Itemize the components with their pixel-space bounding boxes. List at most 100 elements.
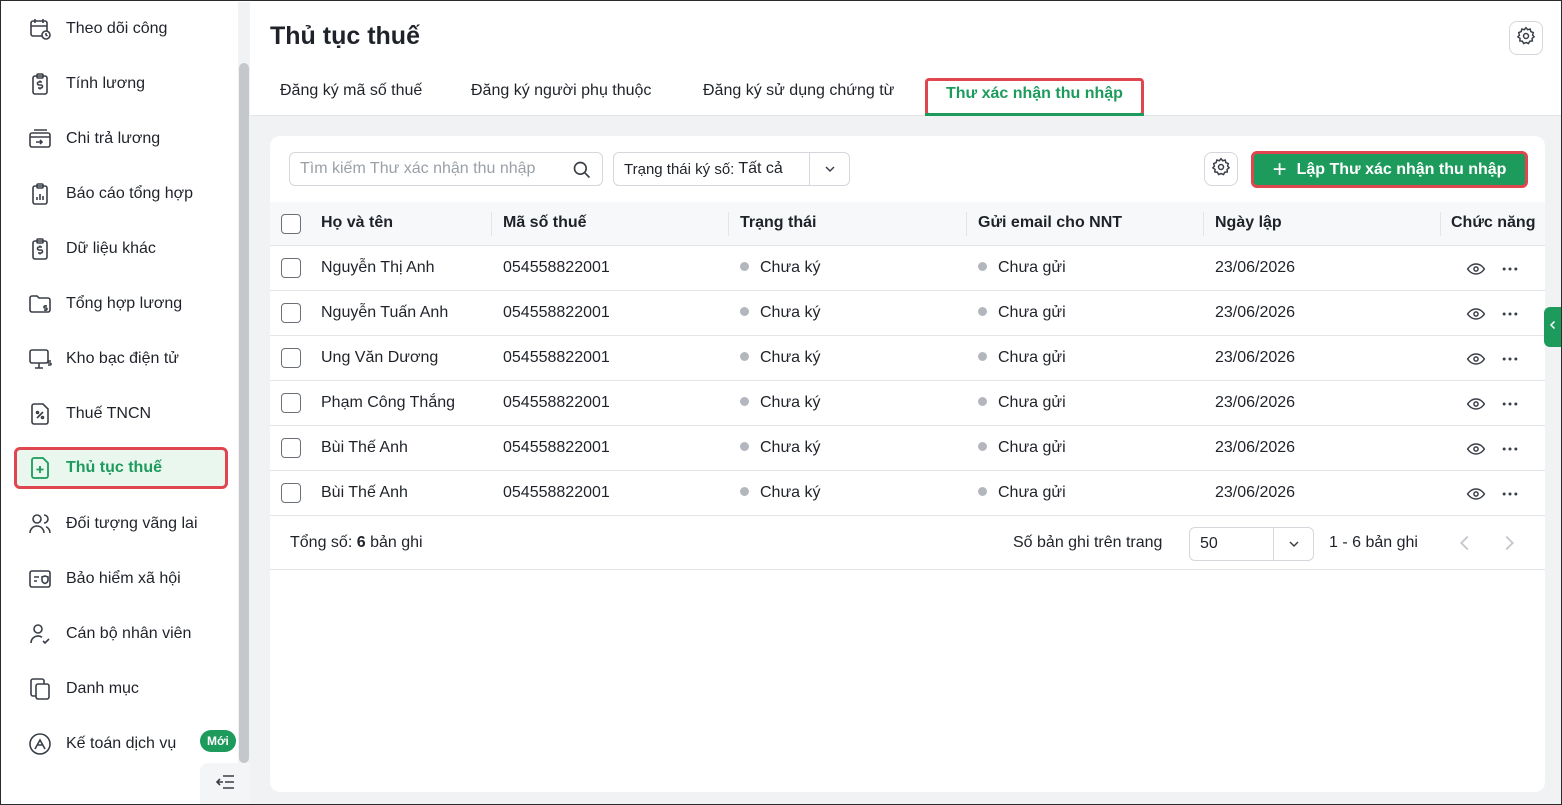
eye-icon[interactable] <box>1466 484 1486 509</box>
column-header-email[interactable]: Gửi email cho NNT <box>978 202 1122 246</box>
more-options-icon[interactable] <box>1499 484 1521 509</box>
sidebar-item-label: Đối tượng vãng lai <box>66 515 198 532</box>
status-dot <box>740 307 749 316</box>
table-row[interactable]: Nguyễn Tuấn Anh 054558822001 Chưa ký Chư… <box>270 291 1545 336</box>
sidebar-item-tong-hop-luong[interactable]: Tổng hợp lương <box>14 283 228 325</box>
column-header-name[interactable]: Họ và tên <box>321 202 393 246</box>
tab-dang-ky-su-dung-chung-tu[interactable]: Đăng ký sử dụng chứng từ <box>703 82 894 116</box>
column-header-status[interactable]: Trạng thái <box>740 202 816 246</box>
more-options-icon[interactable] <box>1499 304 1521 329</box>
status-dot <box>978 307 987 316</box>
sidebar-item-danh-muc[interactable]: Danh mục <box>14 668 228 710</box>
sidebar-item-theo-doi-cong[interactable]: Theo dõi công <box>14 8 228 50</box>
eye-icon[interactable] <box>1466 304 1486 329</box>
tab-dang-ky-nguoi-phu-thuoc[interactable]: Đăng ký người phụ thuộc <box>471 82 651 116</box>
sidebar-item-chi-tra-luong[interactable]: Chi trả lương <box>14 118 228 160</box>
chevron-down-icon[interactable] <box>809 153 849 185</box>
sidebar-item-thue-tncn[interactable]: Thuế TNCN <box>14 393 228 435</box>
table-row[interactable]: Bùi Thế Anh 054558822001 Chưa ký Chưa gử… <box>270 426 1545 471</box>
status-dot <box>978 352 987 361</box>
filter-value: Tất cả <box>738 160 783 177</box>
create-income-confirmation-button[interactable]: + Lập Thư xác nhận thu nhập <box>1251 151 1528 188</box>
report-clipboard-icon <box>26 180 54 208</box>
side-panel-toggle[interactable] <box>1544 307 1561 347</box>
status-dot <box>740 352 749 361</box>
collapse-menu-icon <box>213 770 237 799</box>
cell-tax-code: 054558822001 <box>503 259 610 276</box>
more-options-icon[interactable] <box>1499 394 1521 419</box>
column-divider[interactable] <box>966 212 967 236</box>
cell-date: 23/06/2026 <box>1215 439 1296 456</box>
previous-page-button[interactable] <box>1454 532 1476 559</box>
select-all-checkbox[interactable] <box>281 214 301 234</box>
cell-tax-code: 054558822001 <box>503 484 610 501</box>
column-divider[interactable] <box>491 212 492 236</box>
column-header-tax-code[interactable]: Mã số thuế <box>503 202 587 246</box>
content-card: Trạng thái ký số: Tất cả + Lập Thư xác n… <box>270 136 1545 792</box>
eye-icon[interactable] <box>1466 259 1486 284</box>
table-row[interactable]: Bùi Thế Anh 054558822001 Chưa ký Chưa gử… <box>270 471 1545 516</box>
search-icon[interactable] <box>572 160 592 185</box>
table-row[interactable]: Ung Văn Dương 054558822001 Chưa ký Chưa … <box>270 336 1545 381</box>
column-header-date[interactable]: Ngày lập <box>1215 202 1282 246</box>
table-row[interactable]: Nguyễn Thị Anh 054558822001 Chưa ký Chưa… <box>270 246 1545 291</box>
row-checkbox[interactable] <box>281 348 301 368</box>
sidebar-item-bao-hiem-xa-hoi[interactable]: Bảo hiểm xã hội <box>14 558 228 600</box>
cell-email: Chưa gửi <box>978 246 1066 290</box>
cell-email: Chưa gửi <box>978 336 1066 380</box>
sidebar-item-ke-toan-dich-vu[interactable]: Kế toán dịch vụ <box>14 723 228 765</box>
sidebar-item-can-bo-nhan-vien[interactable]: Cán bộ nhân viên <box>14 613 228 655</box>
sidebar-item-doi-tuong-vang-lai[interactable]: Đối tượng vãng lai <box>14 503 228 545</box>
sidebar-item-thu-tuc-thue[interactable]: Thủ tục thuế <box>14 447 228 489</box>
row-checkbox[interactable] <box>281 438 301 458</box>
row-checkbox[interactable] <box>281 393 301 413</box>
column-divider[interactable] <box>1440 212 1441 236</box>
eye-icon[interactable] <box>1466 349 1486 374</box>
per-page-select[interactable]: 50 <box>1189 527 1314 561</box>
total-records: Tổng số: 6 bản ghi <box>290 534 423 551</box>
eye-icon[interactable] <box>1466 439 1486 464</box>
row-checkbox[interactable] <box>281 483 301 503</box>
column-settings-button[interactable] <box>1204 152 1238 186</box>
cell-email: Chưa gửi <box>978 471 1066 515</box>
page-header: Thủ tục thuế Đăng ký mã số thuế Đăng ký … <box>250 2 1561 116</box>
sidebar-item-du-lieu-khac[interactable]: Dữ liệu khác <box>14 228 228 270</box>
page-settings-button[interactable] <box>1509 21 1543 55</box>
sidebar-item-tinh-luong[interactable]: Tính lương <box>14 63 228 105</box>
row-checkbox[interactable] <box>281 258 301 278</box>
more-options-icon[interactable] <box>1499 259 1521 284</box>
sidebar-item-label: Theo dõi công <box>66 20 168 37</box>
per-page-value: 50 <box>1200 535 1218 552</box>
search-box <box>289 152 603 186</box>
chevron-down-icon[interactable] <box>1273 528 1313 560</box>
column-divider[interactable] <box>1203 212 1204 236</box>
cell-name: Bùi Thế Anh <box>321 484 408 501</box>
sidebar-item-label: Danh mục <box>66 680 139 697</box>
tab-thu-xac-nhan-thu-nhap[interactable]: Thư xác nhận thu nhập <box>925 78 1144 116</box>
status-dot <box>740 442 749 451</box>
status-dot <box>978 442 987 451</box>
row-checkbox[interactable] <box>281 303 301 323</box>
sidebar-scrollbar-thumb[interactable] <box>239 63 249 763</box>
income-confirmation-table: Họ và tên Mã số thuế Trạng thái Gửi emai… <box>270 202 1545 516</box>
column-divider[interactable] <box>728 212 729 236</box>
search-input[interactable] <box>300 153 570 185</box>
table-row[interactable]: Phạm Công Thắng 054558822001 Chưa ký Chư… <box>270 381 1545 426</box>
eye-icon[interactable] <box>1466 394 1486 419</box>
sidebar-item-label: Thuế TNCN <box>66 405 152 422</box>
main-content: Thủ tục thuế Đăng ký mã số thuế Đăng ký … <box>250 2 1561 804</box>
cell-tax-code: 054558822001 <box>503 304 610 321</box>
tab-dang-ky-ma-so-thue[interactable]: Đăng ký mã số thuế <box>280 82 422 116</box>
signature-status-filter[interactable]: Trạng thái ký số: Tất cả <box>613 152 850 186</box>
users-icon <box>26 510 54 538</box>
next-page-button[interactable] <box>1498 532 1520 559</box>
sidebar-item-label: Dữ liệu khác <box>66 240 156 257</box>
folder-money-icon <box>26 290 54 318</box>
more-options-icon[interactable] <box>1499 439 1521 464</box>
sidebar-item-kho-bac-dien-tu[interactable]: Kho bạc điện tử <box>14 338 228 380</box>
accounting-service-icon <box>26 730 54 758</box>
sidebar-item-bao-cao-tong-hop[interactable]: Báo cáo tổng hợp <box>14 173 228 215</box>
collapse-sidebar-button[interactable] <box>200 763 250 804</box>
cell-email: Chưa gửi <box>978 426 1066 470</box>
more-options-icon[interactable] <box>1499 349 1521 374</box>
